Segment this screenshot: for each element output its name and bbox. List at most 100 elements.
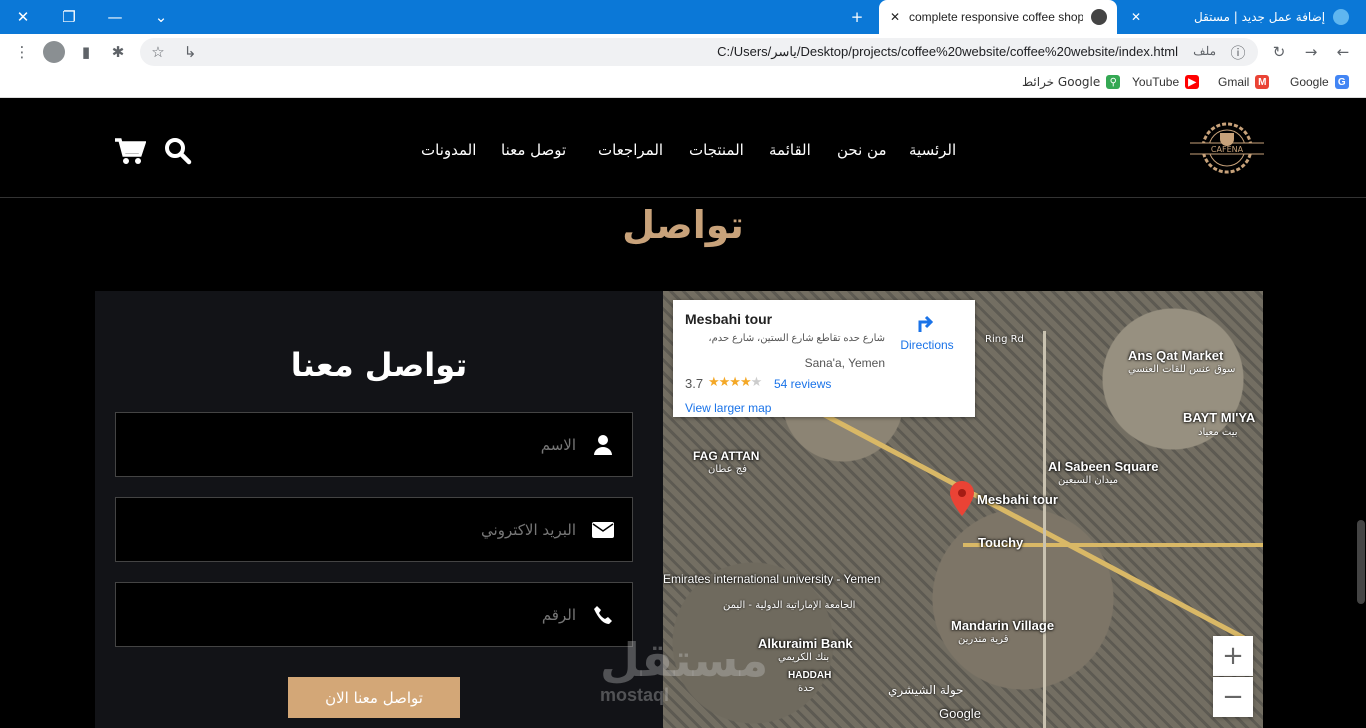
submit-button[interactable]: تواصل معنا الان (288, 677, 460, 718)
tab-search-icon[interactable]: ⌄ (138, 0, 184, 34)
map-label-touchy: Touchy (978, 535, 1024, 550)
share-icon[interactable]: ↳ (176, 38, 204, 66)
nav-reviews[interactable]: المراجعات (598, 141, 663, 159)
file-label: ملف (1193, 44, 1216, 58)
tab-title: complete responsive coffee shop (909, 10, 1083, 24)
bookmark-maps[interactable]: خرائط Google ⚲ (1022, 75, 1121, 89)
browser-titlebar: ✕ ❐ — ⌄ + ✕ complete responsive coffee s… (0, 0, 1366, 34)
directions-button[interactable]: Directions (897, 312, 957, 352)
bookmark-star-icon[interactable]: ☆ (144, 38, 172, 66)
map-label-emirates: Emirates international university - Yeme… (663, 572, 881, 586)
zoom-in-button[interactable]: + (1213, 636, 1253, 676)
cafena-logo[interactable]: CAFENA (1190, 117, 1264, 179)
nav-menu[interactable]: القائمة (769, 141, 811, 159)
map-label-alkuraimi-ar: بنك الكريمي (778, 652, 830, 663)
place-city: Sana'a, Yemen (804, 356, 885, 370)
tab-title: إضافة عمل جديد | مستقل (1194, 10, 1326, 24)
map-label-shishi: حولة الشيشري (888, 683, 964, 697)
cart-icon[interactable] (114, 137, 146, 165)
watermark-logo: مستقل (600, 633, 769, 687)
youtube-icon: ▶ (1185, 75, 1200, 89)
browser-toolbar: ⋮ ▮ ✱ ☆ ↳ C:/Users/ياسر/Desktop/projects… (0, 34, 1366, 70)
tab-coffee-shop[interactable]: ✕ complete responsive coffee shop (879, 0, 1117, 34)
email-input[interactable] (116, 498, 576, 561)
phone-field[interactable] (115, 582, 633, 647)
map-label-sabeen-ar: ميدان السبعين (1058, 475, 1119, 486)
map-label-alkuraimi: Alkuraimi Bank (758, 636, 853, 651)
map-label-bayt-ar: بيت معياد (1198, 427, 1238, 438)
new-tab-button[interactable]: + (834, 0, 880, 34)
envelope-icon (574, 498, 632, 561)
mostaql-favicon-icon (1333, 9, 1350, 25)
name-input[interactable] (116, 413, 576, 476)
extensions-icon[interactable]: ✱ (104, 38, 132, 66)
maps-icon: ⚲ (1106, 75, 1121, 89)
bookmark-google[interactable]: Google G (1290, 75, 1349, 89)
search-icon[interactable] (164, 137, 192, 165)
map-label-ring: Ring Rd (985, 334, 1024, 345)
tab-close-icon[interactable]: ✕ (887, 10, 903, 24)
forward-icon[interactable]: → (1297, 38, 1325, 66)
map-pin-icon[interactable] (949, 481, 975, 517)
address-bar[interactable]: ☆ ↳ C:/Users/ياسر/Desktop/projects/coffe… (140, 38, 1258, 66)
site-navbar: CAFENA الرئسية من نحن القائمة المنتجات ا… (0, 103, 1366, 198)
map-label-haddah-ar: حدة (798, 683, 815, 694)
section-title: تواصل (622, 203, 744, 247)
nav-about[interactable]: من نحن (837, 141, 887, 159)
nav-home[interactable]: الرئسية (909, 141, 956, 159)
back-icon[interactable]: ← (1329, 38, 1357, 66)
page-scrollbar[interactable] (1357, 520, 1365, 604)
map-label-sabeen: Al Sabeen Square (1048, 459, 1159, 474)
map-road (1043, 331, 1046, 728)
phone-input[interactable] (116, 583, 576, 646)
profile-avatar[interactable] (40, 38, 68, 66)
reload-icon[interactable]: ↻ (1265, 38, 1293, 66)
reviews-link[interactable]: 54 reviews (774, 377, 831, 391)
info-icon[interactable]: ⓘ (1224, 38, 1252, 66)
map-label-ans-qat: Ans Qat Market (1128, 348, 1224, 363)
map-label-mesbahi: Mesbahi tour (977, 492, 1058, 507)
side-panel-icon[interactable]: ▮ (72, 38, 100, 66)
nav-contact[interactable]: توصل معنا (501, 141, 566, 159)
user-icon (574, 413, 632, 476)
url-text: C:/Users/ياسر/Desktop/projects/coffee%20… (717, 44, 1178, 59)
place-card: Mesbahi tour شارع حده تقاطع شارع الستين،… (673, 300, 975, 417)
place-address: شارع حده تقاطع شارع الستين، شارع حدم، (708, 333, 885, 344)
map-label-mandarin-ar: قرية مندرين (958, 634, 1009, 645)
map-road (801, 401, 1246, 641)
place-title: Mesbahi tour (685, 311, 773, 327)
map-label-mandarin: Mandarin Village (951, 618, 1055, 633)
rating-stars-icon: ★★★★★ (708, 374, 762, 389)
google-logo: Google (939, 706, 981, 721)
logo-text: CAFENA (1211, 145, 1244, 154)
google-icon: G (1334, 75, 1349, 89)
nav-products[interactable]: المنتجات (689, 141, 744, 159)
directions-icon (918, 315, 934, 332)
place-rating: 3.7 (685, 376, 704, 391)
email-field[interactable] (115, 497, 633, 562)
map-label-fag-attan-ar: فج عطان (708, 464, 747, 475)
view-larger-map-link[interactable]: View larger map (685, 401, 771, 415)
bookmarks-bar: Google G Gmail M YouTube ▶ خرائط Google … (0, 70, 1366, 98)
gmail-icon: M (1255, 75, 1270, 89)
tab-close-icon[interactable]: ✕ (1128, 10, 1144, 24)
form-title: تواصل معنا (290, 346, 468, 384)
bookmark-gmail[interactable]: Gmail M (1218, 75, 1270, 89)
restore-window-icon[interactable]: ❐ (46, 0, 92, 34)
zoom-out-button[interactable]: − (1213, 677, 1253, 717)
page-content: CAFENA الرئسية من نحن القائمة المنتجات ا… (0, 103, 1366, 728)
map-label-emirates-ar: الجامعة الإماراتية الدولية - اليمن (723, 600, 856, 611)
globe-icon (1091, 9, 1107, 25)
map-label-haddah: HADDAH (788, 670, 832, 681)
bookmark-youtube[interactable]: YouTube ▶ (1132, 75, 1200, 89)
map-label-fag-attan: FAG ATTAN (693, 449, 760, 463)
close-window-icon[interactable]: ✕ (0, 0, 46, 34)
contact-form: تواصل معنا تواصل معنا الان (95, 291, 663, 728)
map-label-bayt: BAYT MI'YA (1183, 410, 1256, 425)
watermark-text: mostaql (600, 685, 670, 705)
nav-blogs[interactable]: المدونات (421, 141, 476, 159)
tab-mostaql[interactable]: ✕ إضافة عمل جديد | مستقل (1120, 0, 1360, 34)
minimize-window-icon[interactable]: — (92, 0, 138, 34)
menu-dots-icon[interactable]: ⋮ (8, 38, 36, 66)
name-field[interactable] (115, 412, 633, 477)
